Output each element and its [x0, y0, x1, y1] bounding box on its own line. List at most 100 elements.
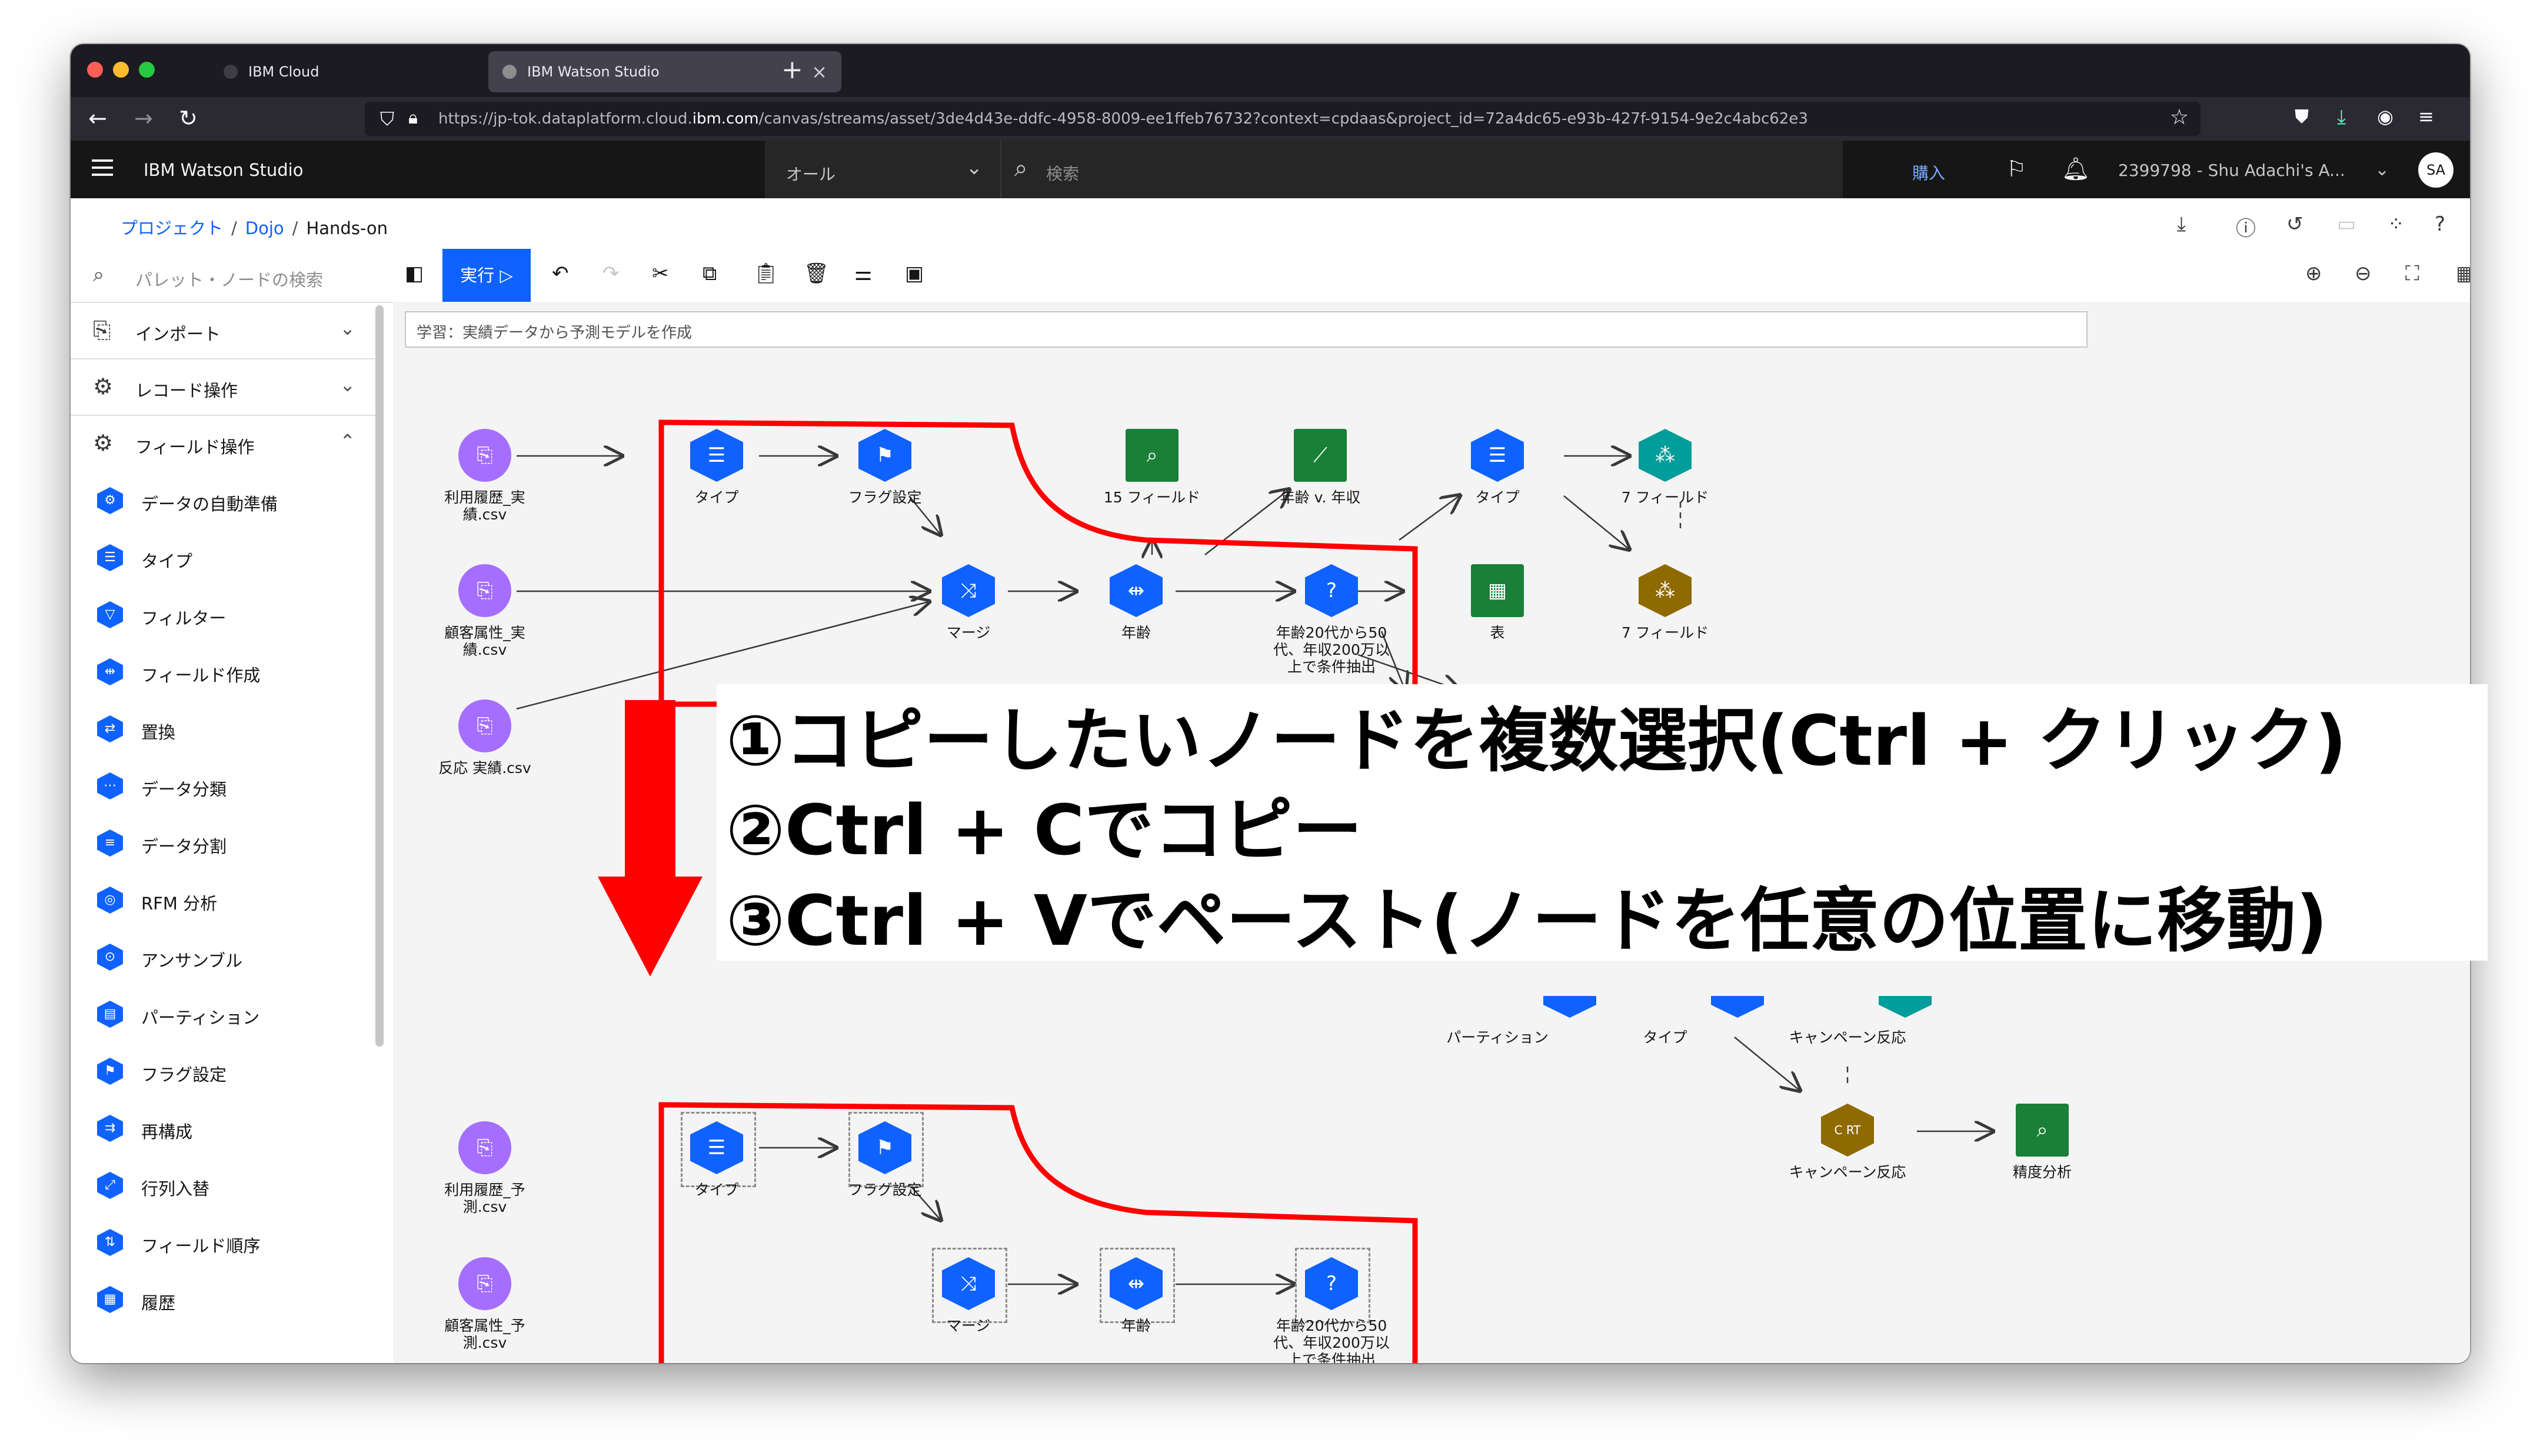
plot-node[interactable]: ⟋ 年齢 v. 年収 — [1250, 429, 1391, 506]
minimap-icon[interactable]: ▦ — [2456, 262, 2470, 285]
ensemble-icon: ⊙ — [97, 944, 123, 971]
save-icon[interactable]: ▣ — [905, 262, 924, 285]
derive-age-node[interactable]: ⇹ 年齢 — [1066, 564, 1207, 641]
node-label: フラグ設定 — [848, 1181, 922, 1198]
source-node-customer-forecast[interactable]: ⎘ 顧客属性_予 測.csv — [414, 1257, 555, 1351]
fit-to-screen-icon[interactable]: ⛶ — [2405, 262, 2419, 285]
palette-item[interactable]: ⤢ 行列入替 — [71, 1156, 377, 1213]
palette-item-label: データ分割 — [141, 837, 227, 857]
source-node-response-actual[interactable]: ⎘ 反応 実績.csv — [414, 699, 555, 777]
select-filter-node[interactable]: ? 年齢20代から50 代、年収200万以 上で条件抽出 — [1261, 564, 1402, 675]
redo-icon[interactable]: ↷ — [602, 262, 620, 285]
palette-item[interactable]: ⚙ データの自動準備 — [71, 471, 377, 528]
palette-item[interactable]: ▤ パーティション — [71, 985, 377, 1042]
merge-node-pasted[interactable]: ⤨ マージ — [898, 1257, 1039, 1334]
palette-item[interactable]: ▦ 履歴 — [71, 1270, 377, 1327]
search-scope-select[interactable]: オール ⌄ — [765, 141, 1000, 198]
address-bar[interactable]: ⛉ 🔒︎ https://jp-tok.dataplatform.cloud.i… — [365, 102, 2201, 136]
shield-icon[interactable]: ⛉ — [380, 108, 394, 131]
merge-node[interactable]: ⤨ マージ — [898, 564, 1039, 641]
delete-icon[interactable]: 🗑︎ — [804, 262, 829, 285]
model-nugget-node[interactable]: C RT キャンペーン反応 — [1777, 1104, 1918, 1181]
toggle-palette-icon[interactable]: ◧ — [405, 262, 424, 285]
set-to-flag-node[interactable]: ⚑ フラグ設定 — [814, 429, 956, 506]
run-button[interactable]: 実行 ▷ — [442, 249, 531, 302]
nodes-icon[interactable]: ⁘ — [2388, 212, 2405, 236]
paste-icon[interactable]: 📋︎ — [753, 262, 778, 285]
hamburger-menu-icon[interactable] — [92, 159, 113, 178]
model-nugget-node[interactable]: ⁂ 7 フィールド — [1594, 564, 1736, 641]
palette-item[interactable]: ▽ フィルター — [71, 585, 377, 642]
category-field-ops[interactable]: ⚙ フィールド操作 ⌃ — [71, 415, 377, 471]
copy-icon[interactable]: ⧉ — [703, 262, 717, 285]
palette-item[interactable]: ⋯ データ分類 — [71, 757, 377, 814]
palette-item[interactable]: ⚑ フラグ設定 — [71, 1042, 377, 1099]
palette-item[interactable]: ◎ RFM 分析 — [71, 871, 377, 928]
palette-item[interactable]: ⇅ フィールド順序 — [71, 1213, 377, 1270]
palette-item[interactable]: ≡ データ分割 — [71, 814, 377, 871]
model-build-node[interactable]: ⁂ 7 フィールド — [1594, 429, 1736, 506]
type-node-pasted[interactable]: ☰ タイプ — [646, 1121, 787, 1198]
palette-item[interactable]: ⇉ 再構成 — [71, 1099, 377, 1156]
chevron-down-icon[interactable]: ⌄ — [2375, 159, 2389, 180]
close-tab-icon[interactable]: × — [811, 61, 827, 83]
derive-age-node-pasted[interactable]: ⇹ 年齢 — [1066, 1257, 1207, 1334]
type-node[interactable]: ☰ タイプ — [646, 429, 787, 506]
palette-item[interactable]: ⊙ アンサンブル — [71, 928, 377, 985]
close-window-button[interactable] — [87, 62, 103, 78]
buy-link[interactable]: 購入 — [1912, 161, 1945, 184]
forward-icon[interactable]: → — [134, 105, 153, 131]
set-to-flag-node-pasted[interactable]: ⚑ フラグ設定 — [814, 1121, 956, 1198]
downloads-icon[interactable]: ⤓ — [2337, 105, 2346, 129]
cut-icon[interactable]: ✂ — [652, 262, 669, 285]
source-node-usage-actual[interactable]: ⎘ 利用履歴_実 績.csv — [414, 429, 555, 523]
palette-item[interactable]: ⇹ フィールド作成 — [71, 642, 377, 699]
select-filter-node-pasted[interactable]: ? 年齢20代から50 代、年収200万以 上で条件抽出 — [1261, 1257, 1402, 1363]
type-icon: ☰ — [1471, 429, 1524, 482]
notification-bell-icon[interactable]: 🔔︎ — [2062, 156, 2090, 182]
source-node-usage-forecast[interactable]: ⎘ 利用履歴_予 測.csv — [414, 1121, 555, 1215]
bookmark-star-icon[interactable]: ☆ — [2170, 105, 2189, 129]
node-label: 年齢 v. 年収 — [1280, 489, 1361, 506]
lock-icon[interactable]: 🔒︎ — [408, 108, 418, 128]
info-icon[interactable]: ⓘ — [2236, 212, 2256, 241]
source-node-customer-actual[interactable]: ⎘ 顧客属性_実 績.csv — [414, 564, 555, 658]
pocket-icon[interactable]: ⛊ — [2295, 105, 2309, 128]
category-import[interactable]: ⎘ インポート ⌄ — [71, 302, 377, 359]
profile-icon[interactable]: ◉ — [2377, 105, 2393, 128]
category-record-ops[interactable]: ⚙ レコード操作 ⌄ — [71, 358, 377, 416]
zoom-window-button[interactable] — [139, 62, 155, 78]
menu-icon[interactable]: ≡ — [2418, 105, 2434, 128]
history-icon[interactable]: ↺ — [2286, 212, 2303, 236]
data-audit-node[interactable]: ⌕ 15 フィールド — [1081, 429, 1223, 506]
table-node[interactable]: ▦ 表 — [1427, 564, 1568, 641]
comment-icon[interactable]: ▭ — [2337, 212, 2356, 236]
type-node[interactable]: タイプ — [1594, 1022, 1736, 1046]
back-icon[interactable]: ← — [88, 105, 107, 131]
breadcrumb-dojo[interactable]: Dojo — [245, 218, 284, 238]
settings-sliders-icon[interactable]: ⚌ — [854, 262, 872, 285]
palette-search-input[interactable]: ⌕ パレット・ノードの検索 — [71, 249, 393, 303]
merge-icon: ⤨ — [942, 1257, 995, 1310]
undo-icon[interactable]: ↶ — [552, 262, 569, 285]
palette-scrollbar[interactable] — [375, 305, 384, 1047]
palette-item[interactable]: ⇄ 置換 — [71, 699, 377, 757]
zoom-in-icon[interactable]: ⊕ — [2305, 262, 2322, 285]
account-switcher[interactable]: 2399798 - Shu Adachi's A... — [2118, 161, 2345, 180]
breadcrumb-project[interactable]: プロジェクト — [121, 218, 223, 238]
reload-icon[interactable]: ↻ — [179, 105, 198, 131]
palette-item-label: フィルター — [141, 608, 227, 628]
minimize-window-button[interactable] — [113, 62, 129, 78]
analysis-node[interactable]: ⌕ 精度分析 — [1972, 1104, 2113, 1181]
type-node[interactable]: ☰ タイプ — [1427, 429, 1568, 506]
palette-item[interactable]: ☰ タイプ — [71, 528, 377, 585]
zoom-out-icon[interactable]: ⊖ — [2355, 262, 2372, 285]
partition-node[interactable]: パーティション — [1427, 1022, 1568, 1046]
model-build-node[interactable]: キャンペーン反応 — [1777, 1022, 1918, 1046]
avatar[interactable]: SA — [2418, 152, 2454, 188]
global-search[interactable]: ⌕ 検索 — [1000, 141, 1843, 198]
help-icon[interactable]: ? — [2435, 212, 2445, 236]
new-tab-icon[interactable]: + — [781, 55, 803, 85]
download-icon[interactable]: ⤓ — [2177, 212, 2186, 236]
signpost-icon[interactable]: ⚐ — [2006, 156, 2026, 182]
